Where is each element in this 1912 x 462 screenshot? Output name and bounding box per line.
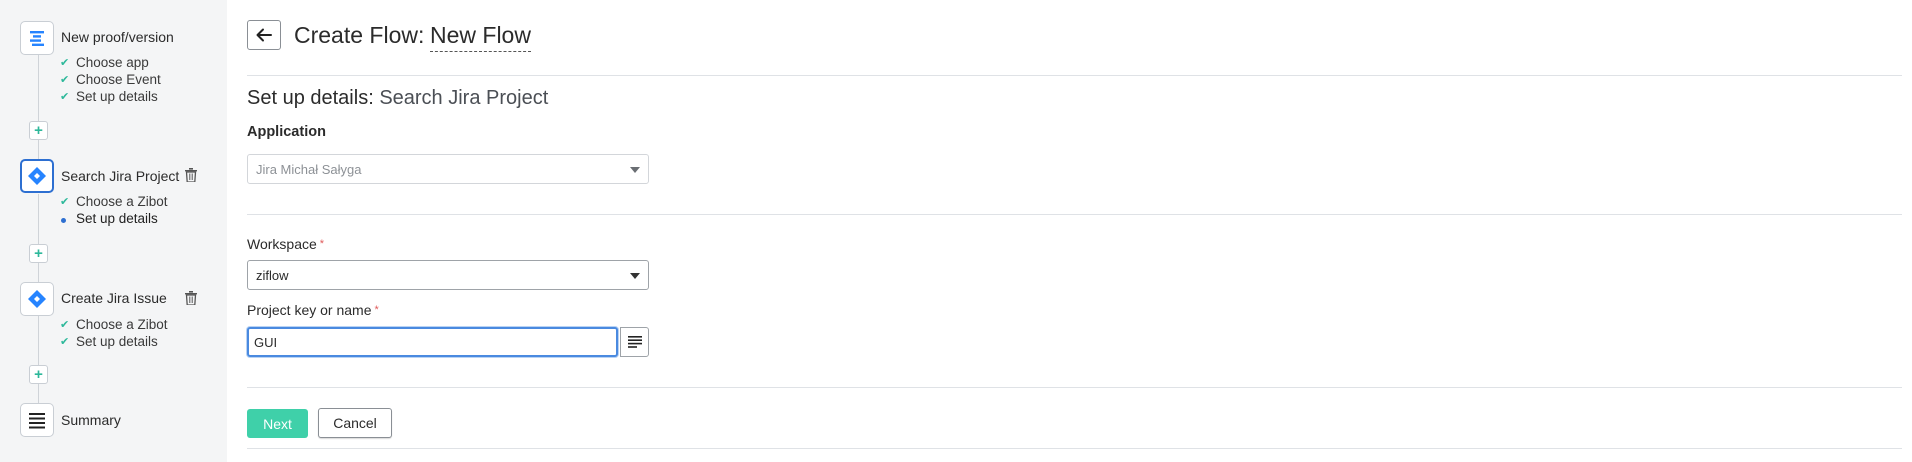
substep-set-up-details-current[interactable]: Set up details: [60, 211, 158, 226]
summary-lines-icon: [29, 413, 45, 429]
flow-name-editable[interactable]: New Flow: [430, 22, 531, 52]
application-label: Application: [247, 124, 326, 140]
connector-line: [38, 384, 39, 404]
step-title-create-jira[interactable]: Create Jira Issue: [61, 290, 167, 306]
substep-choose-app[interactable]: ✔ Choose app: [60, 55, 149, 70]
divider: [247, 214, 1902, 215]
application-select[interactable]: Jira Michał Sałyga: [247, 154, 649, 184]
substep-label: Choose Event: [76, 72, 161, 87]
substep-label: Set up details: [76, 211, 158, 226]
step-create-jira-icon[interactable]: [20, 282, 54, 316]
arrow-left-icon: [256, 28, 272, 42]
workspace-select-value: ziflow: [256, 267, 289, 283]
chevron-down-icon: [630, 273, 640, 279]
substep-choose-zibot[interactable]: ✔ Choose a Zibot: [60, 317, 168, 332]
section-title-prefix: Set up details:: [247, 87, 374, 109]
substep-label: Choose a Zibot: [76, 194, 168, 209]
flow-steps-sidebar: New proof/version ✔ Choose app ✔ Choose …: [0, 0, 227, 462]
project-label-text: Project key or name: [247, 302, 372, 318]
check-icon: ✔: [60, 74, 70, 86]
substep-set-up-details[interactable]: ✔ Set up details: [60, 89, 158, 104]
page-title: Create Flow:: [294, 22, 425, 48]
substep-label: Set up details: [76, 334, 158, 349]
application-select-value: Jira Michał Sałyga: [256, 161, 362, 177]
add-step-button[interactable]: +: [29, 121, 48, 140]
trash-icon: [185, 291, 197, 305]
step-title-summary[interactable]: Summary: [61, 412, 121, 428]
chevron-down-icon: [630, 167, 640, 173]
connector-line: [38, 316, 39, 368]
step-new-proof-icon[interactable]: [20, 21, 54, 55]
jira-icon: [28, 290, 46, 308]
project-key-input[interactable]: GUI: [247, 327, 618, 357]
delete-step-icon[interactable]: [184, 290, 198, 306]
check-icon: ✔: [60, 319, 70, 331]
cancel-button[interactable]: Cancel: [318, 408, 392, 438]
substep-choose-event[interactable]: ✔ Choose Event: [60, 72, 161, 87]
current-dot-icon: [60, 211, 76, 226]
connector-line: [38, 54, 39, 122]
substep-choose-zibot[interactable]: ✔ Choose a Zibot: [60, 194, 168, 209]
step-title-new-proof[interactable]: New proof/version: [61, 29, 174, 45]
project-label: Project key or name *: [247, 302, 379, 318]
add-step-button[interactable]: +: [29, 365, 48, 384]
delete-step-icon[interactable]: [184, 167, 198, 183]
jira-icon: [28, 167, 46, 185]
trash-icon: [185, 168, 197, 182]
step-search-jira-icon[interactable]: [20, 159, 54, 193]
check-icon: ✔: [60, 336, 70, 348]
divider: [247, 387, 1902, 388]
substep-label: Choose a Zibot: [76, 317, 168, 332]
required-marker: *: [319, 238, 325, 250]
substep-set-up-details[interactable]: ✔ Set up details: [60, 334, 158, 349]
divider: [247, 448, 1902, 449]
substep-label: Choose app: [76, 55, 149, 70]
step-summary-icon[interactable]: [20, 403, 54, 437]
substep-label: Set up details: [76, 89, 158, 104]
check-icon: ✔: [60, 196, 70, 208]
align-left-lines-icon: [627, 336, 642, 348]
required-marker: *: [374, 304, 379, 316]
divider: [247, 75, 1902, 76]
check-icon: ✔: [60, 57, 70, 69]
connector-line: [38, 263, 39, 283]
step-title-search-jira[interactable]: Search Jira Project: [61, 168, 179, 184]
next-button[interactable]: Next: [247, 409, 308, 438]
connector-line: [38, 194, 39, 246]
workspace-select[interactable]: ziflow: [247, 260, 649, 290]
workspace-label: Workspace *: [247, 236, 324, 252]
back-button[interactable]: [247, 20, 281, 50]
workspace-label-text: Workspace: [247, 236, 317, 252]
project-key-input-value: GUI: [254, 334, 278, 350]
trigger-lines-icon: [30, 31, 44, 46]
insert-field-button[interactable]: [620, 327, 649, 357]
check-icon: ✔: [60, 91, 70, 103]
section-title: Set up details: Search Jira Project: [247, 87, 548, 110]
main-panel: Create Flow: New Flow Set up details: Se…: [247, 0, 1912, 462]
section-step-name: Search Jira Project: [379, 87, 549, 109]
add-step-button[interactable]: +: [29, 244, 48, 263]
connector-line: [38, 140, 39, 160]
